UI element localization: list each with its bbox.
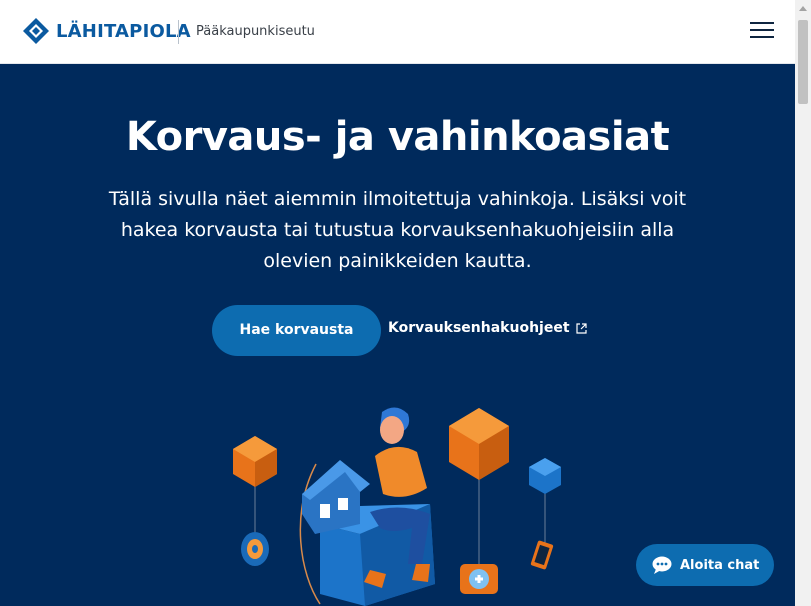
header-divider <box>178 20 179 44</box>
scroll-up-arrow-icon[interactable] <box>799 6 807 11</box>
scrollbar-thumb[interactable] <box>798 20 808 104</box>
brand-logo-text[interactable]: LÄHITAPIOLA <box>56 21 191 42</box>
apply-compensation-button[interactable]: Hae korvausta <box>212 305 381 356</box>
page-title: Korvaus- ja vahinkoasiat <box>125 114 670 160</box>
external-link-icon <box>575 322 587 334</box>
page-scrollbar[interactable] <box>795 0 811 606</box>
lahitapiola-logo-icon[interactable] <box>22 17 50 45</box>
site-header: LÄHITAPIOLA Pääkaupunkiseutu <box>0 0 795 64</box>
hero-section: Korvaus- ja vahinkoasiat Tällä sivulla n… <box>0 64 795 606</box>
hamburger-menu-icon <box>748 22 776 38</box>
compensation-guide-link[interactable]: Korvauksenhakuohjeet <box>388 320 587 336</box>
chat-bubble-icon <box>652 556 672 574</box>
menu-button[interactable] <box>748 19 776 43</box>
hero-description: Tällä sivulla näet aiemmin ilmoitettuja … <box>108 188 687 272</box>
hero-illustration <box>233 407 561 606</box>
region-label: Pääkaupunkiseutu <box>196 24 315 39</box>
chat-button-label: Aloita chat <box>680 557 760 573</box>
guide-link-label: Korvauksenhakuohjeet <box>388 320 570 336</box>
start-chat-button[interactable]: Aloita chat <box>636 544 774 586</box>
